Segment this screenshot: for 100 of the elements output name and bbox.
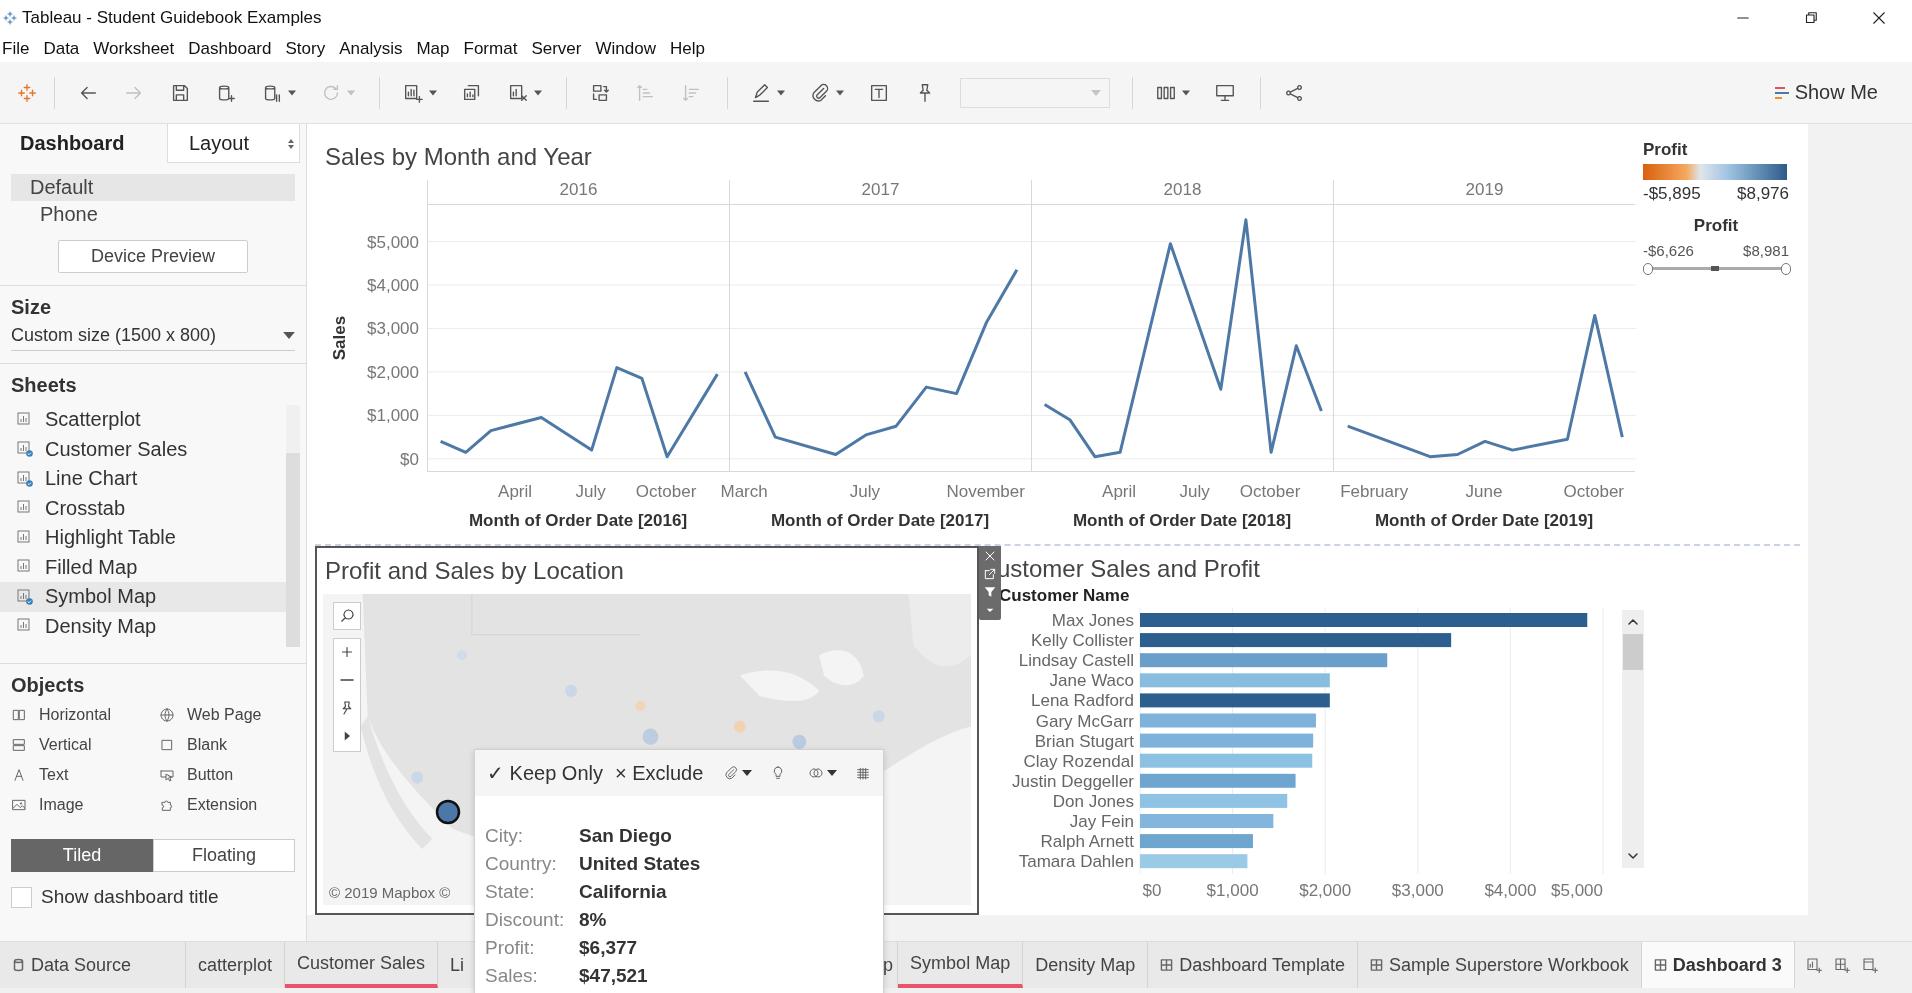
caret-icon[interactable] [827, 770, 837, 776]
map-marker[interactable] [435, 799, 461, 825]
menu-item[interactable]: Server [531, 39, 582, 59]
object-item[interactable]: Horizontal [39, 706, 112, 724]
globe-icon[interactable] [159, 707, 175, 723]
paperclip-icon[interactable] [809, 81, 831, 104]
caret-icon[interactable] [429, 89, 437, 96]
close-icon[interactable] [1870, 9, 1888, 27]
caret-icon[interactable] [836, 89, 844, 96]
sheet-tab[interactable]: Symbol Map [898, 942, 1024, 988]
section-heading: Size [11, 296, 53, 319]
paperclip-icon[interactable] [723, 765, 739, 781]
image-icon[interactable] [11, 797, 27, 813]
database-icon [12, 958, 25, 972]
minus-icon [340, 678, 354, 682]
category-label: Brian Stugart [1034, 731, 1134, 751]
rows-icon[interactable] [11, 737, 27, 753]
checkbox-label: Show dashboard title [41, 886, 219, 908]
panel-header: 2017 [729, 180, 1031, 205]
object-item[interactable]: Text [39, 766, 69, 784]
new-dashboard-icon[interactable] [1832, 956, 1851, 974]
x-tick-label: March [720, 482, 768, 501]
object-item[interactable]: Blank [187, 736, 228, 754]
text-tool-icon[interactable] [11, 767, 27, 783]
object-item[interactable]: Vertical [39, 736, 92, 754]
sheet-tab[interactable]: catterplot [186, 942, 286, 988]
size-dropdown[interactable]: Custom size (1500 x 800) [11, 325, 217, 346]
menu-item[interactable]: Data [43, 39, 80, 59]
object-item[interactable]: Web Page [187, 706, 262, 724]
sheet-tab[interactable]: Sample Superstore Workbook [1358, 942, 1642, 988]
x-tick-label: $2,000 [1299, 881, 1352, 900]
sheet-item[interactable]: Symbol Map [0, 582, 286, 612]
scrollbar[interactable] [286, 405, 300, 647]
app-logo-icon[interactable] [16, 81, 38, 104]
cursor-button-icon[interactable] [159, 767, 175, 783]
category-label: Don Jones [1052, 791, 1134, 811]
object-item[interactable]: Button [187, 766, 234, 784]
window-title: Tableau - Student Guidebook Examples [22, 8, 322, 28]
up-down-arrows-icon[interactable] [288, 138, 294, 150]
layout-mode-toggle[interactable]: Floating [153, 839, 295, 872]
slider-handle[interactable] [1643, 263, 1653, 275]
menu-item[interactable]: Map [416, 39, 450, 59]
menu-item[interactable]: Window [595, 39, 656, 59]
object-item[interactable]: Image [39, 796, 84, 814]
blank-square-icon[interactable] [159, 737, 175, 753]
tooltip-value: San Diego [579, 825, 672, 847]
scrollbar-thumb[interactable] [1623, 634, 1643, 670]
tooltip-label: Country: [485, 853, 558, 875]
new-worksheet-icon[interactable] [1804, 956, 1823, 974]
table-icon[interactable] [855, 765, 871, 781]
slider-handle[interactable] [1781, 263, 1791, 275]
caret-icon[interactable] [742, 770, 752, 776]
show-me-button[interactable]: Show Me [1768, 80, 1884, 105]
new-story-icon[interactable] [1860, 956, 1879, 974]
grid-icon [1653, 958, 1667, 972]
menu-item[interactable]: Dashboard [188, 39, 272, 59]
sheet-tab[interactable]: Data Source [0, 942, 186, 988]
menu-item[interactable]: Analysis [339, 39, 403, 59]
tooltip-action[interactable]: ✓ Keep Only [481, 761, 609, 785]
checkbox[interactable] [11, 886, 32, 908]
x-tick-label: $5,000 [1551, 881, 1603, 900]
sales-bar[interactable] [1140, 633, 1452, 648]
caret-icon[interactable] [288, 89, 296, 96]
popout-icon[interactable] [982, 566, 998, 582]
filter-min-label: -$6,626 [1643, 242, 1694, 259]
search-button[interactable] [333, 602, 361, 630]
category-label: Max Jones [1051, 611, 1134, 630]
panel-tab[interactable]: Layout [167, 124, 300, 163]
device-item[interactable]: Phone [11, 201, 295, 228]
tooltip-action[interactable]: × Exclude [608, 761, 710, 785]
up-chevron-icon[interactable] [1627, 618, 1639, 626]
x-tick-label: $3,000 [1391, 881, 1444, 900]
menu-item[interactable]: Format [463, 39, 518, 59]
sales-bar[interactable] [1140, 693, 1330, 708]
filter-max-label: $8,981 [1743, 242, 1789, 259]
link-circles-icon[interactable] [808, 765, 824, 781]
object-item[interactable]: Extension [187, 796, 258, 814]
menu-item[interactable]: File [2, 39, 30, 59]
scrollbar-thumb[interactable] [286, 453, 300, 647]
columns-icon[interactable] [11, 707, 27, 723]
caret-icon[interactable] [777, 89, 785, 96]
pen-icon[interactable] [750, 81, 772, 104]
sheet-tab[interactable]: Customer Sales [285, 942, 439, 988]
sheet-tab[interactable]: Dashboard 3 [1641, 942, 1795, 988]
layout-mode-toggle[interactable]: Tiled [11, 839, 153, 872]
menu-item[interactable]: Worksheet [93, 39, 175, 59]
range-slider-track[interactable] [1643, 263, 1789, 275]
sheet-tab[interactable]: Dashboard Template [1148, 942, 1358, 988]
sheet-tab[interactable]: Density Map [1023, 942, 1149, 988]
caret-icon[interactable] [1182, 89, 1190, 96]
menu-item[interactable]: Story [285, 39, 326, 59]
caret-icon[interactable] [534, 89, 542, 96]
menu-item[interactable]: Help [669, 39, 705, 59]
caret-icon[interactable] [283, 332, 295, 339]
scrollbar[interactable] [1622, 610, 1644, 868]
device-preview-button[interactable]: Device Preview [58, 240, 248, 273]
device-item[interactable]: Default [11, 174, 295, 201]
puzzle-icon[interactable] [159, 797, 175, 813]
tooltip-value: $6,377 [579, 937, 638, 959]
down-chevron-icon[interactable] [1627, 852, 1639, 860]
